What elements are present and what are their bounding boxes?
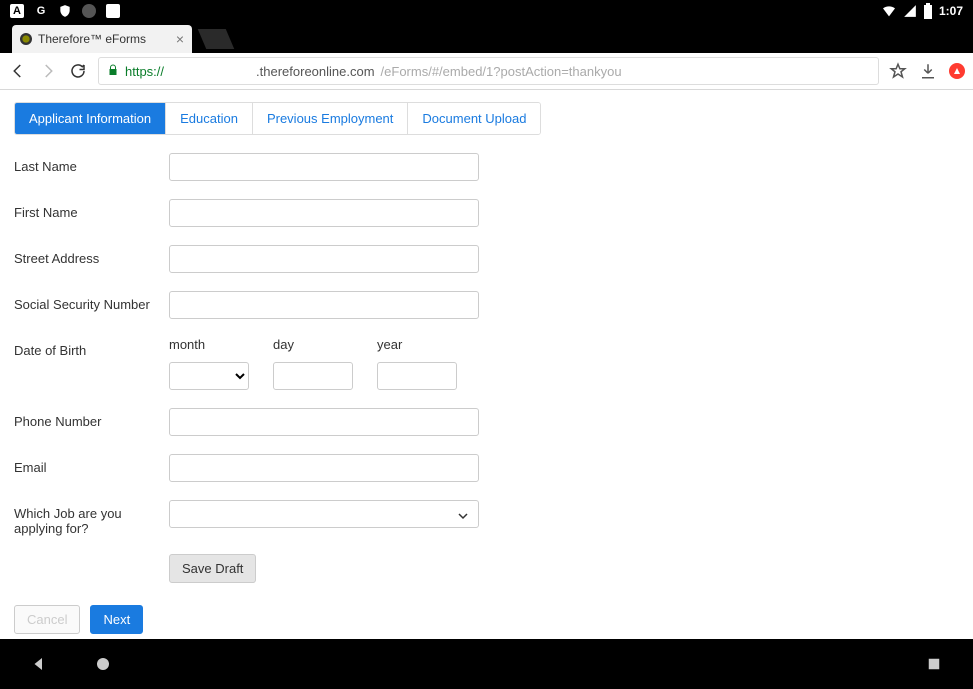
address-bar[interactable]: https:// .thereforeonline.com/eForms/#/e… xyxy=(98,57,879,85)
input-last-name[interactable] xyxy=(169,153,479,181)
url-host: .thereforeonline.com xyxy=(256,64,375,79)
label-dob-day: day xyxy=(273,337,353,352)
lock-icon xyxy=(107,64,119,79)
back-button[interactable] xyxy=(8,61,28,81)
android-nav-bar xyxy=(0,639,973,689)
url-path: /eForms/#/embed/1?postAction=thankyou xyxy=(381,64,622,79)
tab-applicant-information[interactable]: Applicant Information xyxy=(15,103,166,134)
label-street-address: Street Address xyxy=(14,245,169,266)
label-ssn: Social Security Number xyxy=(14,291,169,312)
tab-favicon xyxy=(20,33,32,45)
input-dob-year[interactable] xyxy=(377,362,457,390)
status-icon-a: A xyxy=(10,4,24,18)
tab-title: Therefore™ eForms xyxy=(38,32,146,46)
status-clock: 1:07 xyxy=(939,4,963,18)
signal-icon xyxy=(903,4,917,18)
extension-icon[interactable] xyxy=(949,63,965,79)
browser-tab[interactable]: Therefore™ eForms × xyxy=(12,25,192,53)
next-button[interactable]: Next xyxy=(90,605,143,634)
android-status-bar: A G 1:07 xyxy=(0,0,973,22)
label-phone: Phone Number xyxy=(14,408,169,429)
label-dob: Date of Birth xyxy=(14,337,169,358)
url-scheme: https:// xyxy=(125,64,164,79)
label-dob-year: year xyxy=(377,337,457,352)
select-job[interactable] xyxy=(169,500,479,528)
select-dob-month[interactable] xyxy=(169,362,249,390)
forward-button[interactable] xyxy=(38,61,58,81)
tab-close-icon[interactable]: × xyxy=(176,31,184,47)
wifi-icon xyxy=(881,3,897,19)
input-first-name[interactable] xyxy=(169,199,479,227)
tab-education[interactable]: Education xyxy=(166,103,253,134)
chevron-down-icon xyxy=(458,509,468,524)
status-icon-g: G xyxy=(34,4,48,18)
input-email[interactable] xyxy=(169,454,479,482)
android-recent-icon[interactable] xyxy=(925,655,943,673)
browser-toolbar: https:// .thereforeonline.com/eForms/#/e… xyxy=(0,53,973,90)
input-phone[interactable] xyxy=(169,408,479,436)
tab-document-upload[interactable]: Document Upload xyxy=(408,103,540,134)
input-ssn[interactable] xyxy=(169,291,479,319)
label-first-name: First Name xyxy=(14,199,169,220)
download-icon[interactable] xyxy=(919,62,937,80)
android-home-icon[interactable] xyxy=(94,655,112,673)
save-draft-button[interactable]: Save Draft xyxy=(169,554,256,583)
form-tabs: Applicant Information Education Previous… xyxy=(14,102,541,135)
tab-previous-employment[interactable]: Previous Employment xyxy=(253,103,408,134)
label-email: Email xyxy=(14,454,169,475)
input-dob-day[interactable] xyxy=(273,362,353,390)
star-icon[interactable] xyxy=(889,62,907,80)
input-street-address[interactable] xyxy=(169,245,479,273)
new-tab-button[interactable] xyxy=(198,29,234,49)
browser-tabstrip: Therefore™ eForms × xyxy=(0,22,973,53)
label-last-name: Last Name xyxy=(14,153,169,174)
battery-icon xyxy=(923,3,933,19)
label-dob-month: month xyxy=(169,337,249,352)
status-icon-dot xyxy=(82,4,96,18)
android-back-icon[interactable] xyxy=(30,655,48,673)
label-job: Which Job are you applying for? xyxy=(14,500,169,536)
reload-button[interactable] xyxy=(68,61,88,81)
cancel-button[interactable]: Cancel xyxy=(14,605,80,634)
status-icon-note xyxy=(106,4,120,18)
status-icon-shield xyxy=(58,4,72,18)
page-content: Applicant Information Education Previous… xyxy=(0,90,973,639)
